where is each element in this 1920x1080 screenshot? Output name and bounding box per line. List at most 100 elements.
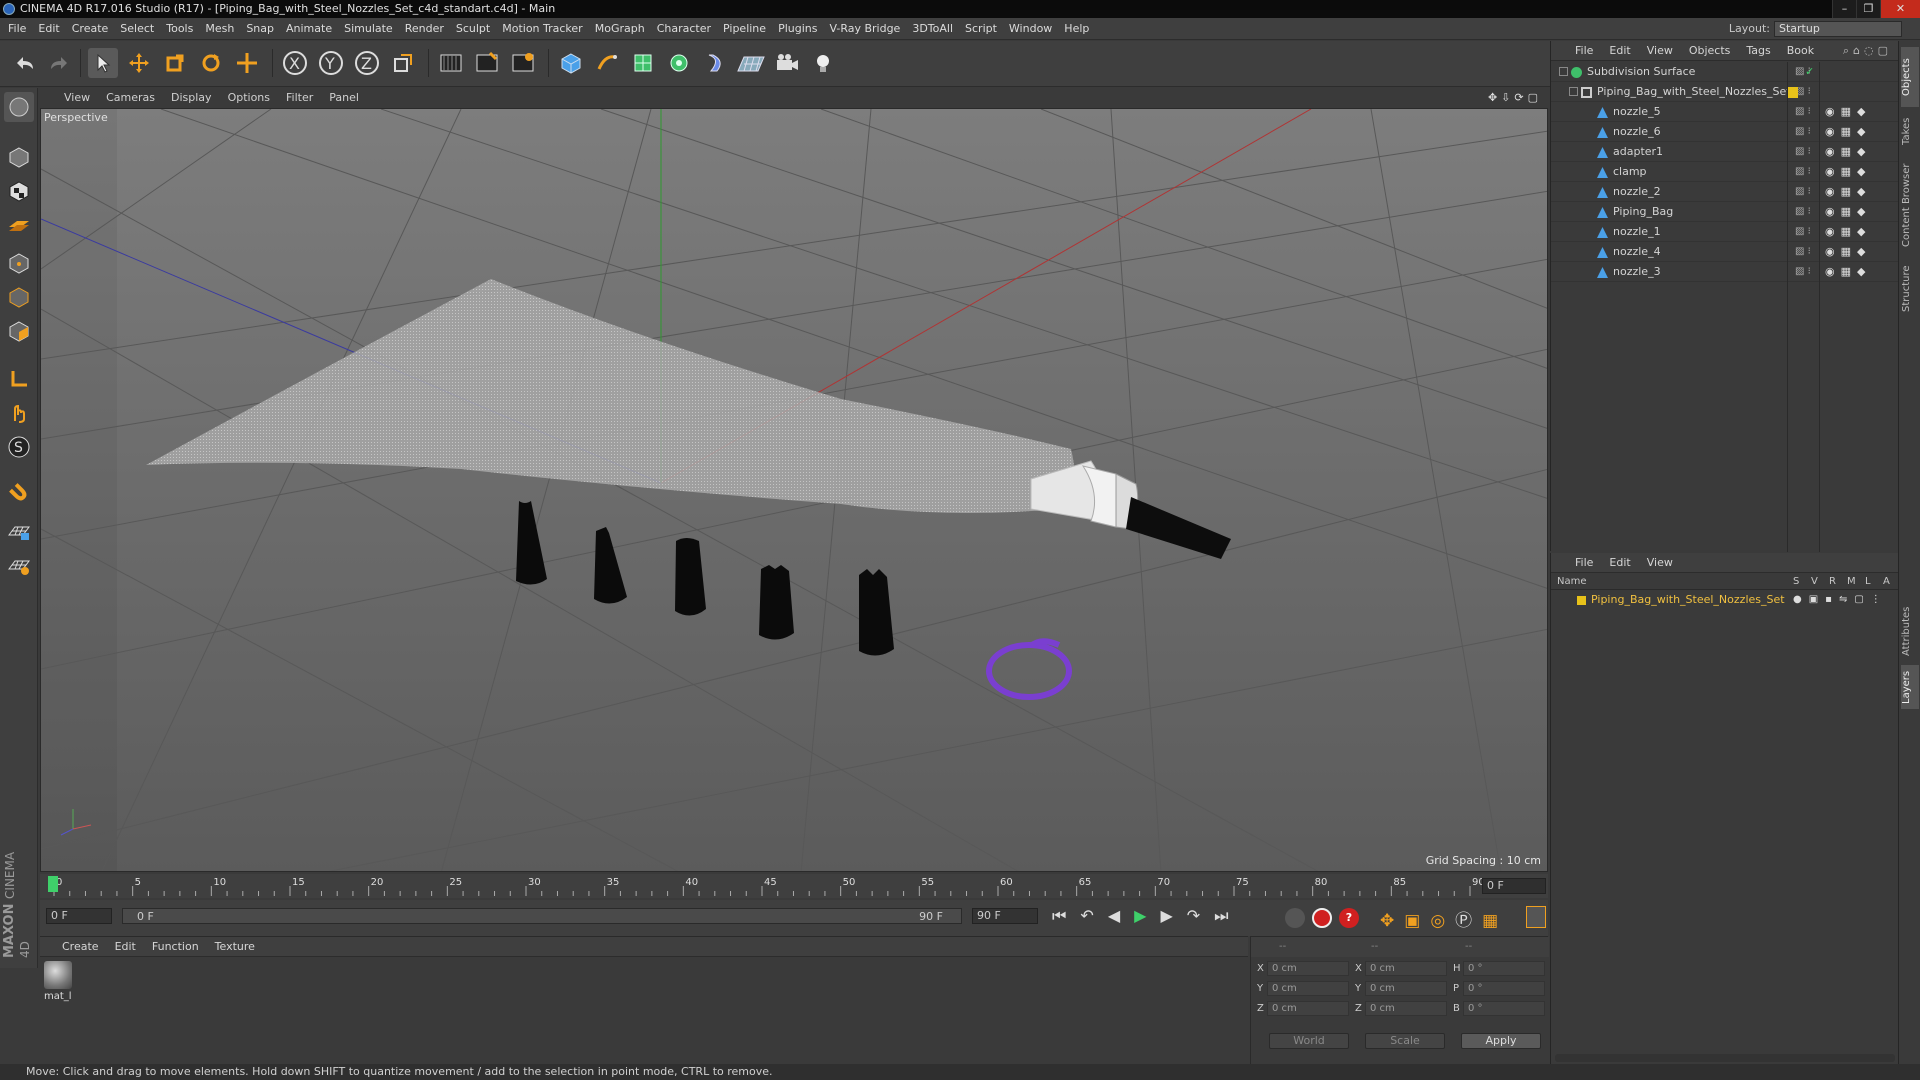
- maximize-button[interactable]: ❐: [1856, 0, 1880, 18]
- menu-render[interactable]: Render: [399, 18, 450, 40]
- object-menu-tags[interactable]: Tags: [1738, 41, 1778, 61]
- redo-icon[interactable]: [44, 48, 74, 78]
- material-tag-icons[interactable]: ◉▦◆: [1825, 222, 1871, 242]
- size-x-field[interactable]: 0 cm: [1365, 961, 1447, 976]
- key-scale-icon[interactable]: ▣: [1404, 911, 1430, 931]
- object-row[interactable]: nozzle_1 ▨ ⁝ ◉▦◆: [1551, 222, 1899, 242]
- tab-structure[interactable]: Structure: [1901, 259, 1919, 319]
- material-menu-texture[interactable]: Texture: [207, 937, 263, 957]
- object-menu-view[interactable]: View: [1639, 41, 1681, 61]
- object-visibility-icons[interactable]: ▨ ⁝: [1795, 142, 1811, 162]
- object-visibility-icons[interactable]: ▨ ⁝: [1795, 262, 1811, 282]
- object-panel-nav-icons[interactable]: ⌕⌂◌▢: [1843, 41, 1892, 61]
- object-row[interactable]: Subdivision Surface ▨ ⁝ ✓: [1551, 62, 1899, 82]
- object-name[interactable]: Subdivision Surface: [1587, 62, 1695, 82]
- object-name[interactable]: clamp: [1613, 162, 1647, 182]
- enabled-check-icon[interactable]: ✓: [1805, 62, 1814, 82]
- position-x-field[interactable]: 0 cm: [1267, 961, 1349, 976]
- locked-workplane-icon[interactable]: [4, 516, 34, 546]
- mograph-cloner-icon[interactable]: [664, 48, 694, 78]
- close-button[interactable]: ✕: [1880, 0, 1920, 18]
- position-z-field[interactable]: 0 cm: [1267, 1001, 1349, 1016]
- menu-edit[interactable]: Edit: [32, 18, 65, 40]
- material-tag-icons[interactable]: ◉▦◆: [1825, 162, 1871, 182]
- select-arrow-icon[interactable]: [88, 48, 118, 78]
- floor-object-icon[interactable]: [736, 48, 766, 78]
- layout-dropdown[interactable]: Startup: [1774, 21, 1902, 37]
- object-row[interactable]: nozzle_6 ▨ ⁝ ◉▦◆: [1551, 122, 1899, 142]
- start-frame-field[interactable]: 0 F: [46, 908, 112, 924]
- go-to-end-icon[interactable]: ⏭: [1214, 906, 1242, 925]
- position-y-field[interactable]: 0 cm: [1267, 981, 1349, 996]
- menu-script[interactable]: Script: [959, 18, 1003, 40]
- tab-objects[interactable]: Objects: [1901, 47, 1919, 107]
- tab-takes[interactable]: Takes: [1901, 111, 1919, 151]
- size-z-field[interactable]: 0 cm: [1365, 1001, 1447, 1016]
- object-name[interactable]: Piping_Bag_with_Steel_Nozzles_Set: [1597, 82, 1791, 102]
- timeline-ruler[interactable]: 0 5 10 15 20 25 30 35 40 45 50 55 60 65 70 75 80 85 90 0 F: [40, 874, 1548, 898]
- menu-character[interactable]: Character: [651, 18, 717, 40]
- render-settings-icon[interactable]: [508, 48, 538, 78]
- layer-flag-icons[interactable]: ●▣▪⇋▢⋮: [1793, 591, 1888, 609]
- record-keys-icon[interactable]: [1312, 908, 1332, 928]
- menu-animate[interactable]: Animate: [280, 18, 338, 40]
- object-menu-file[interactable]: File: [1551, 41, 1601, 61]
- object-visibility-icons[interactable]: ▨ ⁝: [1795, 242, 1811, 262]
- layer-menu-view[interactable]: View: [1639, 553, 1681, 573]
- playhead[interactable]: [48, 876, 58, 892]
- previous-key-icon[interactable]: ↶: [1080, 906, 1107, 925]
- rotation-h-field[interactable]: 0 °: [1463, 961, 1545, 976]
- key-parameter-icon[interactable]: Ⓟ: [1455, 911, 1482, 931]
- object-visibility-icons[interactable]: ▨ ⁝: [1795, 102, 1811, 122]
- size-y-field[interactable]: 0 cm: [1365, 981, 1447, 996]
- viewport-menu-view[interactable]: View: [40, 88, 98, 108]
- deformer-icon[interactable]: [700, 48, 730, 78]
- model-mode-icon[interactable]: [4, 142, 34, 172]
- layer-color-icon[interactable]: [1787, 87, 1798, 98]
- menu-plugins[interactable]: Plugins: [772, 18, 823, 40]
- coordinate-system-icon[interactable]: [388, 48, 418, 78]
- object-visibility-icons[interactable]: ▨ ⁝: [1795, 202, 1811, 222]
- go-to-start-icon[interactable]: ⏮: [1052, 906, 1080, 925]
- render-picture-viewer-icon[interactable]: [472, 48, 502, 78]
- viewport-menu-display[interactable]: Display: [163, 88, 220, 108]
- undo-icon[interactable]: [10, 48, 40, 78]
- object-name[interactable]: nozzle_1: [1613, 222, 1661, 242]
- layer-color-swatch[interactable]: [1577, 596, 1586, 605]
- tab-attributes[interactable]: Attributes: [1901, 601, 1919, 661]
- object-visibility-icons[interactable]: ▨ ⁝: [1795, 222, 1811, 242]
- menu-3dtoall[interactable]: 3DToAll: [906, 18, 959, 40]
- object-row[interactable]: adapter1 ▨ ⁝ ◉▦◆: [1551, 142, 1899, 162]
- frame-range-slider[interactable]: 0 F 90 F: [122, 908, 962, 924]
- menu-pipeline[interactable]: Pipeline: [717, 18, 772, 40]
- collapse-toggle-icon[interactable]: [1559, 67, 1568, 76]
- y-axis-lock-icon[interactable]: Y: [316, 48, 346, 78]
- object-row[interactable]: nozzle_3 ▨ ⁝ ◉▦◆: [1551, 262, 1899, 282]
- object-name[interactable]: nozzle_5: [1613, 102, 1661, 122]
- light-icon[interactable]: [808, 48, 838, 78]
- live-selection-icon[interactable]: [232, 48, 262, 78]
- material-menu-function[interactable]: Function: [144, 937, 207, 957]
- tweak-mode-icon[interactable]: [4, 398, 34, 428]
- object-row[interactable]: nozzle_4 ▨ ⁝ ◉▦◆: [1551, 242, 1899, 262]
- apply-button[interactable]: Apply: [1461, 1033, 1541, 1049]
- menu-vray-bridge[interactable]: V-Ray Bridge: [823, 18, 906, 40]
- magnet-icon[interactable]: [4, 478, 34, 508]
- menu-create[interactable]: Create: [66, 18, 115, 40]
- key-pla-icon[interactable]: ▦: [1482, 911, 1508, 931]
- cube-object-icon[interactable]: [556, 48, 586, 78]
- autokey-icon[interactable]: ?: [1339, 908, 1359, 928]
- play-icon[interactable]: ▶: [1134, 906, 1160, 925]
- viewport-menu-panel[interactable]: Panel: [321, 88, 367, 108]
- next-frame-icon[interactable]: ▶: [1160, 906, 1186, 925]
- material-menu-create[interactable]: Create: [40, 937, 107, 957]
- object-row[interactable]: clamp ▨ ⁝ ◉▦◆: [1551, 162, 1899, 182]
- collapse-toggle-icon[interactable]: [1569, 87, 1578, 96]
- minimize-button[interactable]: –: [1832, 0, 1856, 18]
- material-menu-edit[interactable]: Edit: [107, 937, 144, 957]
- edges-mode-icon[interactable]: [4, 282, 34, 312]
- x-axis-lock-icon[interactable]: X: [280, 48, 310, 78]
- menu-file[interactable]: File: [0, 18, 32, 40]
- rotation-p-field[interactable]: 0 °: [1463, 981, 1545, 996]
- planar-workplane-icon[interactable]: [4, 550, 34, 580]
